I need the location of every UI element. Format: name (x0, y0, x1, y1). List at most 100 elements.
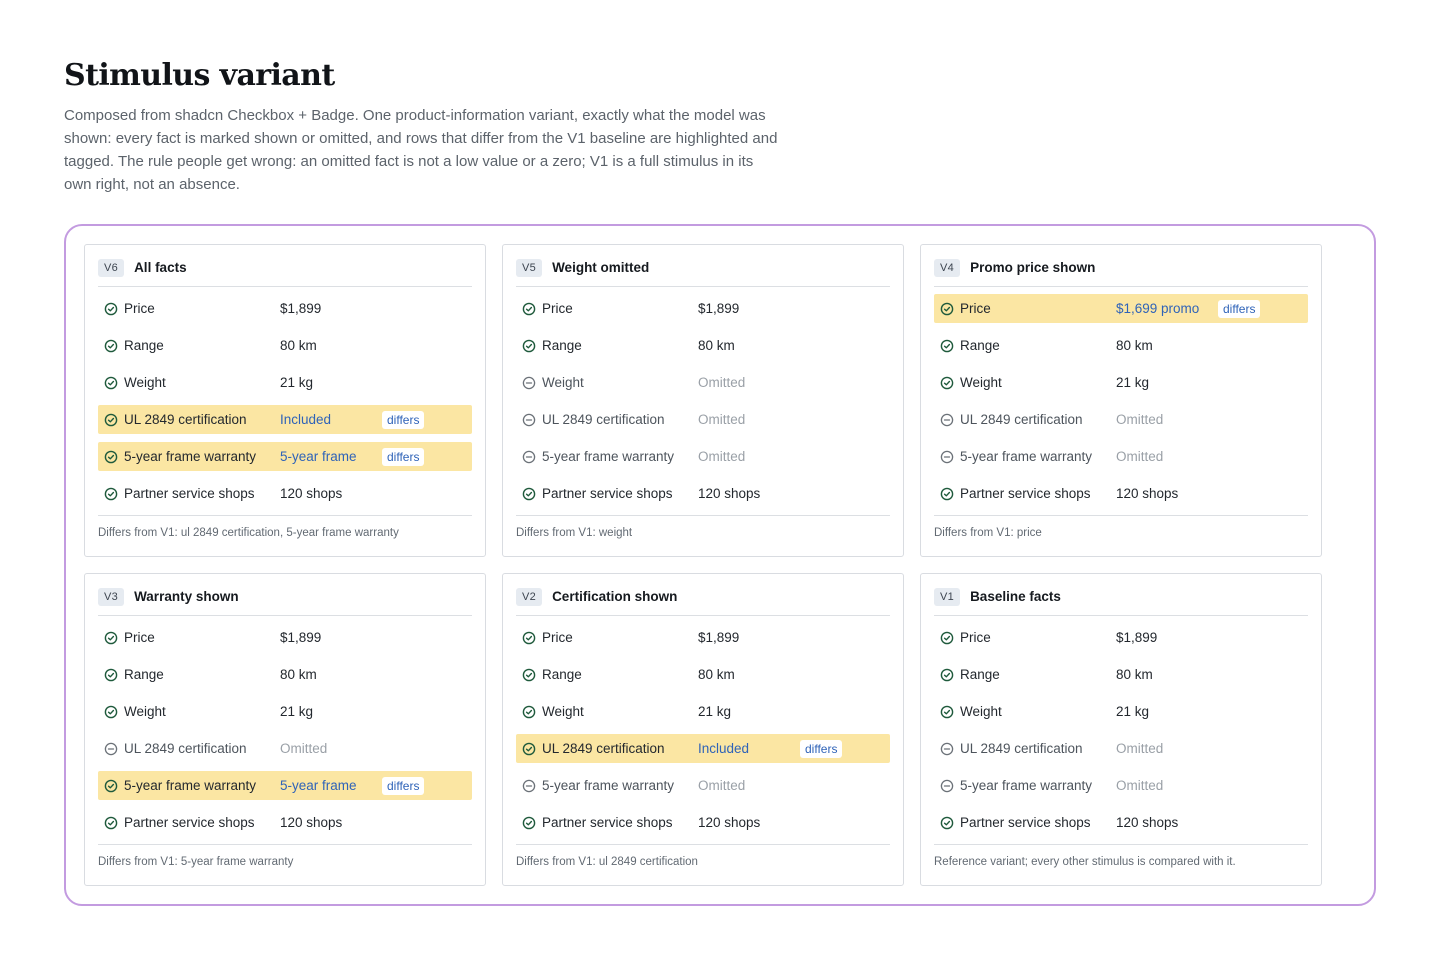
check-circle-icon[interactable] (104, 816, 118, 830)
variant-title: Promo price shown (970, 260, 1096, 275)
check-circle-icon[interactable] (104, 705, 118, 719)
fact-value: Omitted (280, 741, 328, 756)
fact-label: Weight (542, 375, 584, 390)
differs-badge: differs (800, 739, 843, 758)
variant-title: Baseline facts (970, 589, 1061, 604)
minus-circle-icon[interactable] (522, 376, 536, 390)
minus-circle-icon[interactable] (940, 413, 954, 427)
fact-value: 120 shops (698, 815, 761, 830)
fact-value: 80 km (280, 338, 317, 353)
fact-value: 120 shops (1116, 815, 1179, 830)
minus-circle-icon[interactable] (104, 742, 118, 756)
fact-row: Partner service shops 120 shops (934, 479, 1308, 508)
fact-label: UL 2849 certification (960, 412, 1083, 427)
check-circle-icon[interactable] (940, 376, 954, 390)
variant-title: Warranty shown (134, 589, 239, 604)
variant-footer: Differs from V1: weight (516, 515, 890, 551)
fact-label: Range (960, 667, 1000, 682)
variant-card-v3: V3 Warranty shown Price $1,899 Range 80 … (84, 573, 486, 886)
check-circle-icon[interactable] (522, 339, 536, 353)
fact-value: Omitted (698, 449, 746, 464)
check-circle-icon[interactable] (104, 779, 118, 793)
check-circle-icon[interactable] (940, 487, 954, 501)
check-circle-icon[interactable] (104, 413, 118, 427)
fact-row: 5-year frame warranty 5-year frame diffe… (98, 771, 472, 800)
fact-row: Range 80 km (516, 331, 890, 360)
fact-row: Weight 21 kg (516, 697, 890, 726)
fact-row: Weight 21 kg (98, 368, 472, 397)
fact-value: Included (698, 741, 750, 756)
minus-circle-icon[interactable] (940, 450, 954, 464)
fact-label: Range (124, 338, 164, 353)
variant-card-header: V3 Warranty shown (98, 574, 472, 616)
fact-row: UL 2849 certification Included differs (98, 405, 472, 434)
check-circle-icon[interactable] (940, 816, 954, 830)
fact-list: Price $1,899 Range 80 km Weight 21 kg UL… (934, 616, 1308, 837)
fact-label: Range (960, 338, 1000, 353)
fact-label: Partner service shops (124, 815, 255, 830)
variant-footer: Differs from V1: price (934, 515, 1308, 551)
fact-row: Weight Omitted (516, 368, 890, 397)
check-circle-icon[interactable] (940, 339, 954, 353)
fact-value: Omitted (1116, 741, 1164, 756)
check-circle-icon[interactable] (522, 302, 536, 316)
check-circle-icon[interactable] (104, 339, 118, 353)
fact-label: Partner service shops (124, 486, 255, 501)
fact-value: 80 km (1116, 338, 1153, 353)
fact-row: 5-year frame warranty Omitted (516, 442, 890, 471)
check-circle-icon[interactable] (522, 631, 536, 645)
fact-row: UL 2849 certification Omitted (98, 734, 472, 763)
fact-label: Weight (960, 704, 1002, 719)
fact-label: 5-year frame warranty (960, 449, 1093, 464)
minus-circle-icon[interactable] (940, 742, 954, 756)
check-circle-icon[interactable] (104, 450, 118, 464)
fact-label: Weight (960, 375, 1002, 390)
fact-list: Price $1,899 Range 80 km Weight 21 kg UL… (516, 616, 890, 837)
check-circle-icon[interactable] (522, 668, 536, 682)
check-circle-icon[interactable] (940, 631, 954, 645)
fact-value: Omitted (1116, 778, 1164, 793)
fact-row: Price $1,899 (98, 294, 472, 323)
check-circle-icon[interactable] (104, 668, 118, 682)
page-description: Composed from shadcn Checkbox + Badge. O… (64, 107, 778, 193)
fact-label: Partner service shops (542, 486, 673, 501)
minus-circle-icon[interactable] (522, 450, 536, 464)
minus-circle-icon[interactable] (522, 413, 536, 427)
fact-row: UL 2849 certification Omitted (934, 734, 1308, 763)
fact-label: Partner service shops (960, 815, 1091, 830)
fact-value: 21 kg (698, 704, 732, 719)
fact-row: Range 80 km (98, 331, 472, 360)
check-circle-icon[interactable] (940, 705, 954, 719)
check-circle-icon[interactable] (522, 487, 536, 501)
fact-value: Omitted (1116, 412, 1164, 427)
check-circle-icon[interactable] (104, 487, 118, 501)
minus-circle-icon[interactable] (522, 779, 536, 793)
check-circle-icon[interactable] (104, 376, 118, 390)
variant-card-header: V6 All facts (98, 245, 472, 287)
check-circle-icon[interactable] (522, 705, 536, 719)
variant-footer: Reference variant; every other stimulus … (934, 844, 1308, 880)
fact-list: Price $1,699 promo differs Range 80 km W… (934, 287, 1308, 508)
fact-label: 5-year frame warranty (542, 778, 675, 793)
fact-label: UL 2849 certification (124, 412, 247, 427)
fact-value: 21 kg (1116, 704, 1150, 719)
minus-circle-icon[interactable] (940, 779, 954, 793)
check-circle-icon[interactable] (522, 816, 536, 830)
fact-row: Price $1,899 (934, 623, 1308, 652)
fact-row: UL 2849 certification Omitted (934, 405, 1308, 434)
stimulus-variant-page: Stimulus variant Composed from shadcn Ch… (64, 58, 1376, 906)
fact-row: Price $1,899 (516, 294, 890, 323)
differs-badge: differs (382, 447, 425, 466)
check-circle-icon[interactable] (104, 631, 118, 645)
fact-row: Partner service shops 120 shops (516, 808, 890, 837)
fact-row: UL 2849 certification Omitted (516, 405, 890, 434)
check-circle-icon[interactable] (940, 302, 954, 316)
fact-value: $1,899 (280, 630, 322, 645)
fact-list: Price $1,899 Range 80 km Weight Omitted … (516, 287, 890, 508)
page-title: Stimulus variant (64, 58, 335, 93)
check-circle-icon[interactable] (104, 302, 118, 316)
fact-value: 120 shops (280, 486, 343, 501)
check-circle-icon[interactable] (522, 742, 536, 756)
check-circle-icon[interactable] (940, 668, 954, 682)
fact-value: 80 km (698, 338, 735, 353)
